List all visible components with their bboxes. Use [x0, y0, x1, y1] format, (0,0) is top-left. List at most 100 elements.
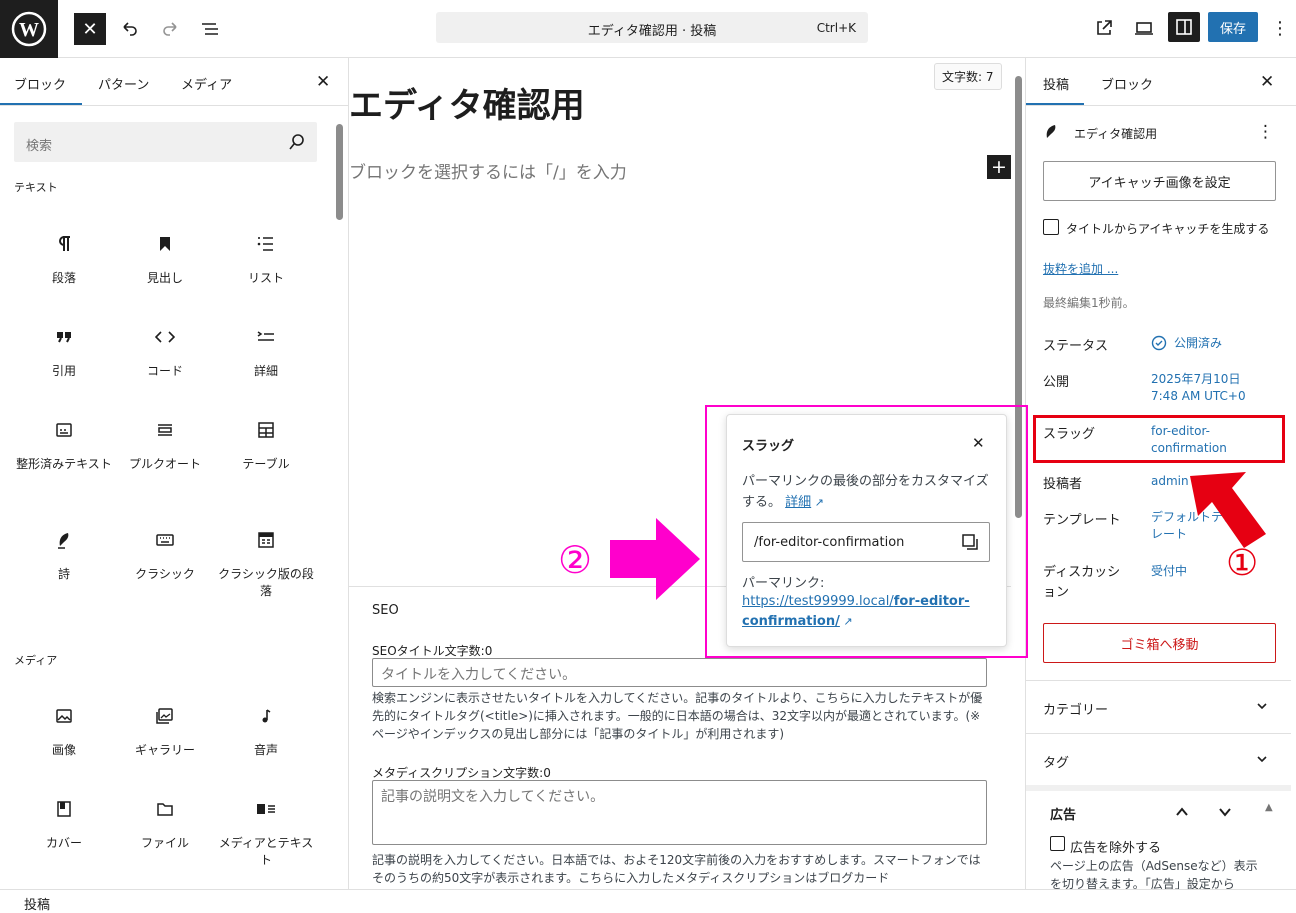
tab-blocks[interactable]: ブロック [14, 74, 66, 93]
view-post-icon[interactable] [1090, 13, 1118, 43]
seo-title-label: SEOタイトル文字数:0 [372, 644, 493, 658]
block-verse[interactable]: 詩 [14, 530, 114, 583]
ad-section-title: 広告 [1050, 808, 1077, 823]
discussion-label-line1: ディスカッシ [1043, 565, 1121, 580]
category-section-title: カテゴリー [1043, 703, 1109, 718]
command-palette[interactable]: エディタ確認用 · 投稿 Ctrl+K [436, 12, 868, 43]
tab-post[interactable]: 投稿 [1043, 74, 1069, 93]
block-label: 詳細 [253, 364, 278, 378]
block-quote[interactable]: 引用 [14, 327, 114, 380]
table-icon [216, 420, 316, 440]
wordpress-logo[interactable]: W [0, 0, 58, 58]
status-label: ステータス [1043, 339, 1109, 354]
block-image[interactable]: 画像 [14, 706, 114, 759]
block-label: コード [146, 364, 183, 378]
post-summary-title: エディタ確認用 [1074, 127, 1158, 141]
block-paragraph[interactable]: 段落 [14, 234, 114, 287]
discussion-label-line2: ョン [1043, 585, 1070, 600]
generate-featured-checkbox[interactable] [1043, 219, 1059, 235]
move-up-icon[interactable] [1174, 804, 1190, 820]
pullquote-icon [115, 420, 215, 440]
set-featured-image-button[interactable]: アイキャッチ画像を設定 [1043, 161, 1276, 201]
seo-title-help: 検索エンジンに表示させたいタイトルを入力してください。記事のタイトルより、こちら… [372, 691, 983, 741]
preview-device-icon[interactable] [1130, 13, 1158, 43]
add-block-button[interactable]: + [987, 155, 1011, 179]
discussion-value[interactable]: 受付中 [1151, 563, 1187, 580]
block-audio[interactable]: 音声 [216, 706, 316, 759]
chevron-down-icon [1257, 756, 1267, 763]
classic-paragraph-icon [216, 530, 316, 550]
annotation-arrow-right [610, 518, 700, 600]
status-value[interactable]: 公開済み [1174, 335, 1222, 352]
block-cover[interactable]: カバー [14, 799, 114, 852]
breadcrumb[interactable]: 投稿 [24, 894, 50, 913]
block-classic-paragraph[interactable]: クラシック版の段落 [216, 530, 316, 600]
add-excerpt-link[interactable]: 抜粋を追加 ... [1043, 260, 1118, 277]
category-text-heading: テキスト [14, 181, 58, 194]
preformatted-icon [14, 420, 114, 440]
annotation-slug-highlight [1033, 415, 1285, 463]
block-classic[interactable]: クラシック [115, 530, 215, 583]
block-label: プルクオート [128, 457, 201, 471]
post-actions-menu-icon[interactable]: ⋮ [1257, 122, 1274, 142]
category-media-heading: メディア [14, 654, 58, 667]
quote-icon [14, 327, 114, 347]
block-file[interactable]: ファイル [115, 799, 215, 852]
block-table[interactable]: テーブル [216, 420, 316, 473]
options-menu-icon[interactable]: ⋮ [1270, 13, 1290, 43]
block-label: クラシック [135, 567, 195, 581]
block-gallery[interactable]: ギャラリー [115, 706, 215, 759]
move-to-trash-button[interactable]: ゴミ箱へ移動 [1043, 623, 1276, 663]
status-bar: 投稿 [0, 889, 1296, 913]
file-icon [115, 799, 215, 819]
meta-description-textarea[interactable]: 記事の説明文を入力してください。 [372, 780, 987, 845]
code-icon [115, 327, 215, 347]
tab-divider [1026, 105, 1296, 106]
inserter-scrollbar[interactable] [336, 124, 343, 220]
settings-sidebar-icon[interactable] [1168, 12, 1200, 42]
seo-title-input[interactable]: タイトルを入力してください。 [372, 658, 987, 687]
close-panel-icon[interactable]: ✕ [316, 72, 330, 92]
close-sidebar-icon[interactable]: ✕ [1260, 72, 1274, 92]
toggle-panel-icon[interactable]: ▲ [1265, 802, 1273, 813]
block-label: クラシック版の段落 [218, 567, 314, 598]
tab-patterns[interactable]: パターン [98, 74, 149, 93]
block-list[interactable]: リスト [216, 234, 316, 287]
tab-block[interactable]: ブロック [1101, 74, 1153, 93]
undo-icon[interactable] [116, 13, 144, 45]
tag-section[interactable]: タグ [1026, 733, 1291, 785]
block-label: ギャラリー [134, 743, 195, 757]
close-inserter-button[interactable]: ✕ [74, 13, 106, 45]
annotation-popover-highlight [705, 405, 1028, 658]
move-down-icon[interactable] [1217, 804, 1233, 820]
author-value[interactable]: admin [1151, 473, 1189, 490]
block-preformatted[interactable]: 整形済みテキスト [14, 420, 114, 473]
block-heading[interactable]: 見出し [115, 234, 215, 287]
discussion-label: ディスカッシ ョン [1043, 563, 1120, 603]
exclude-ad-checkbox[interactable] [1050, 836, 1065, 851]
block-details[interactable]: 詳細 [216, 327, 316, 380]
block-placeholder[interactable]: ブロックを選択するには「/」を入力 [349, 158, 627, 183]
document-overview-icon[interactable] [196, 13, 224, 45]
category-section[interactable]: カテゴリー [1026, 680, 1291, 733]
tab-media[interactable]: メディア [181, 74, 232, 93]
annotation-marker-2: ② [558, 538, 593, 582]
publish-date-value[interactable]: 2025年7月10日 7:48 AM UTC+0 [1151, 371, 1246, 405]
publish-label: 公開 [1043, 375, 1070, 390]
save-button[interactable]: 保存 [1208, 12, 1258, 42]
exclude-ad-label: 広告を除外する [1070, 841, 1162, 856]
search-placeholder: 検索 [26, 139, 53, 154]
block-search-input[interactable]: 検索 [14, 122, 317, 162]
block-media-text[interactable]: メディアとテキスト [216, 799, 316, 869]
block-pullquote[interactable]: プルクオート [115, 420, 215, 473]
block-label: 整形済みテキスト [16, 457, 112, 471]
tag-section-title: タグ [1043, 756, 1070, 771]
publish-date: 2025年7月10日 [1151, 372, 1241, 386]
image-icon [14, 706, 114, 726]
word-count-badge: 文字数: 7 [934, 63, 1002, 90]
block-label: テーブル [242, 457, 290, 471]
annotation-arrow-up-left [1190, 472, 1266, 548]
block-code[interactable]: コード [115, 327, 215, 380]
post-title[interactable]: エディタ確認用 [349, 78, 585, 127]
redo-icon[interactable] [156, 13, 184, 45]
